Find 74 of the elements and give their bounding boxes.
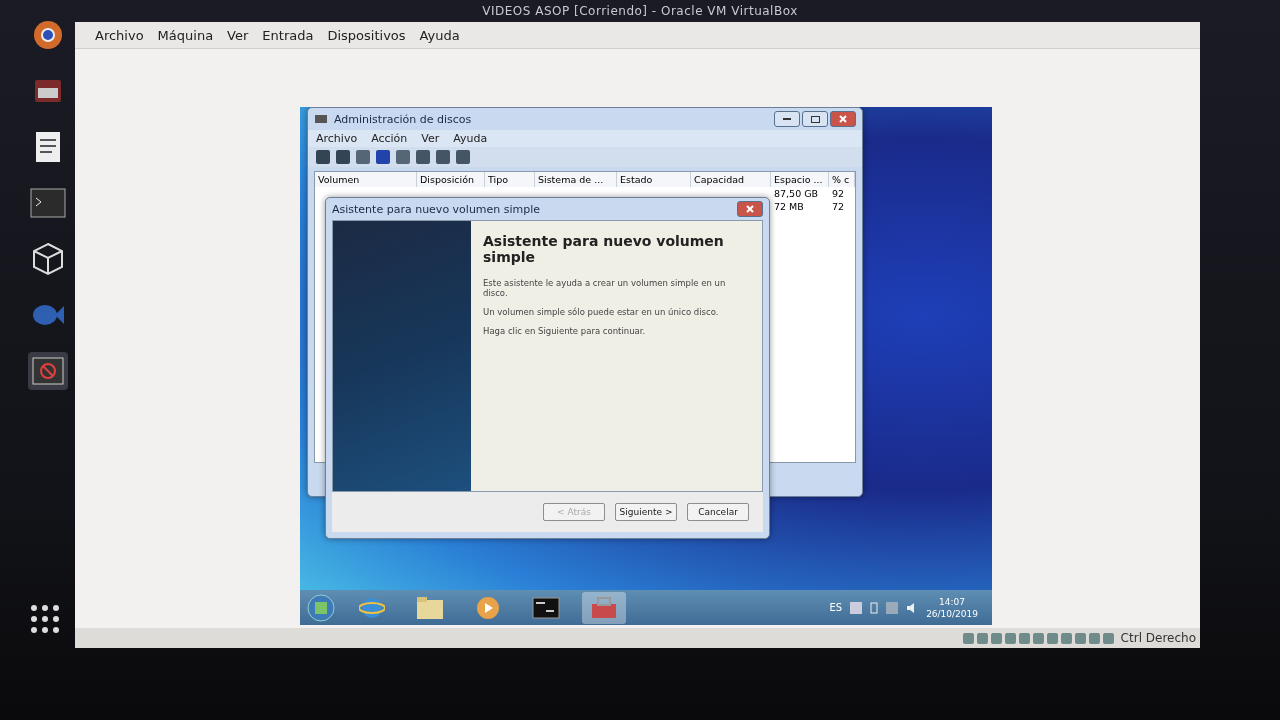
menu-item[interactable]: Ayuda	[419, 27, 460, 43]
toolbar-icon[interactable]	[396, 150, 410, 164]
menu-item[interactable]: Ayuda	[453, 132, 488, 145]
language-indicator[interactable]: ES	[829, 602, 843, 613]
toolbar-icon[interactable]	[416, 150, 430, 164]
menu-item[interactable]: Archivo	[316, 132, 358, 145]
close-icon	[839, 115, 847, 123]
column-header[interactable]: Capacidad	[691, 172, 771, 187]
host-key-label: Ctrl Derecho	[1120, 631, 1196, 645]
column-header[interactable]: Estado	[617, 172, 691, 187]
close-icon	[746, 205, 754, 213]
column-header[interactable]: Disposición	[417, 172, 485, 187]
menu-item[interactable]: Dispositivos	[327, 27, 406, 43]
status-icon[interactable]	[1018, 632, 1030, 644]
menu-item[interactable]: Máquina	[157, 27, 214, 43]
column-header[interactable]: Volumen	[315, 172, 417, 187]
menu-item[interactable]: Archivo	[95, 27, 144, 43]
status-icon[interactable]	[990, 632, 1002, 644]
clock-date: 26/10/2019	[926, 608, 978, 619]
cube-icon	[31, 242, 65, 276]
clock-time: 14:07	[939, 596, 966, 607]
minimize-icon	[783, 117, 791, 121]
toolbar-icon[interactable]	[316, 150, 330, 164]
status-icon[interactable]	[1060, 632, 1072, 644]
play-icon	[476, 595, 500, 620]
start-button[interactable]	[306, 592, 336, 623]
browser-icon	[32, 19, 64, 51]
maximize-icon	[810, 115, 820, 123]
toolbar-icon[interactable]	[436, 150, 450, 164]
column-header[interactable]: Sistema de ...	[535, 172, 617, 187]
wizard-text: Un volumen simple sólo puede estar en un único disco.	[483, 307, 720, 317]
toolbar-icon[interactable]	[336, 150, 350, 164]
close-button[interactable]	[830, 111, 856, 127]
window-title: VIDEOS ASOP [Corriendo] - Oracle VM VirtualBox	[481, 4, 799, 18]
wizard-text: Haga clic en Siguiente para continuar.	[483, 326, 647, 336]
status-icon[interactable]	[1032, 632, 1044, 644]
table-cell-text: 72 MB	[773, 200, 805, 213]
menu-item[interactable]: Acción	[371, 132, 408, 145]
battery-icon[interactable]	[870, 601, 879, 614]
wizard-button[interactable]: Cancelar	[687, 503, 749, 521]
table-cell-text: 72	[831, 200, 846, 213]
blocked-screen-icon	[32, 357, 64, 385]
toolbar-icon[interactable]	[456, 150, 470, 164]
menu-item[interactable]: Ver	[421, 132, 440, 145]
status-icon[interactable]	[1004, 632, 1016, 644]
status-icon[interactable]	[1088, 632, 1100, 644]
status-icon[interactable]	[962, 632, 974, 644]
document-icon	[35, 131, 61, 163]
table-cell-text: 92	[831, 187, 846, 200]
app-grid-icon[interactable]	[30, 604, 60, 634]
column-header[interactable]: Espacio ...	[771, 172, 829, 187]
folder-icon	[416, 595, 444, 620]
maximize-button[interactable]	[802, 111, 828, 127]
status-icon[interactable]	[1102, 632, 1114, 644]
menu-item[interactable]: Ver	[227, 27, 249, 43]
column-header[interactable]: Tipo	[485, 172, 535, 187]
wizard-button[interactable]: Siguiente >	[615, 503, 677, 521]
toolbox-icon	[590, 595, 618, 620]
toolbar-icon[interactable]	[356, 150, 370, 164]
close-button[interactable]	[737, 201, 763, 217]
minimize-button[interactable]	[774, 111, 800, 127]
dialog-title: Asistente para nuevo volumen simple	[332, 202, 541, 216]
table-cell-text: 87,50 GB	[773, 187, 820, 200]
wizard-text: Este asistente le ayuda a crear un volumen simple en un disco.	[483, 278, 727, 298]
console-icon	[532, 596, 560, 619]
menu-item[interactable]: Entrada	[262, 27, 314, 43]
status-icon[interactable]	[976, 632, 988, 644]
toolbar-icon[interactable]	[376, 150, 390, 164]
column-header[interactable]: % c	[829, 172, 855, 187]
wizard-heading: Asistente para nuevo volumen simple	[483, 233, 725, 265]
status-icon[interactable]	[1074, 632, 1086, 644]
window-title: Administración de discos	[334, 112, 472, 126]
status-icon[interactable]	[1046, 632, 1058, 644]
terminal-icon	[30, 188, 66, 218]
